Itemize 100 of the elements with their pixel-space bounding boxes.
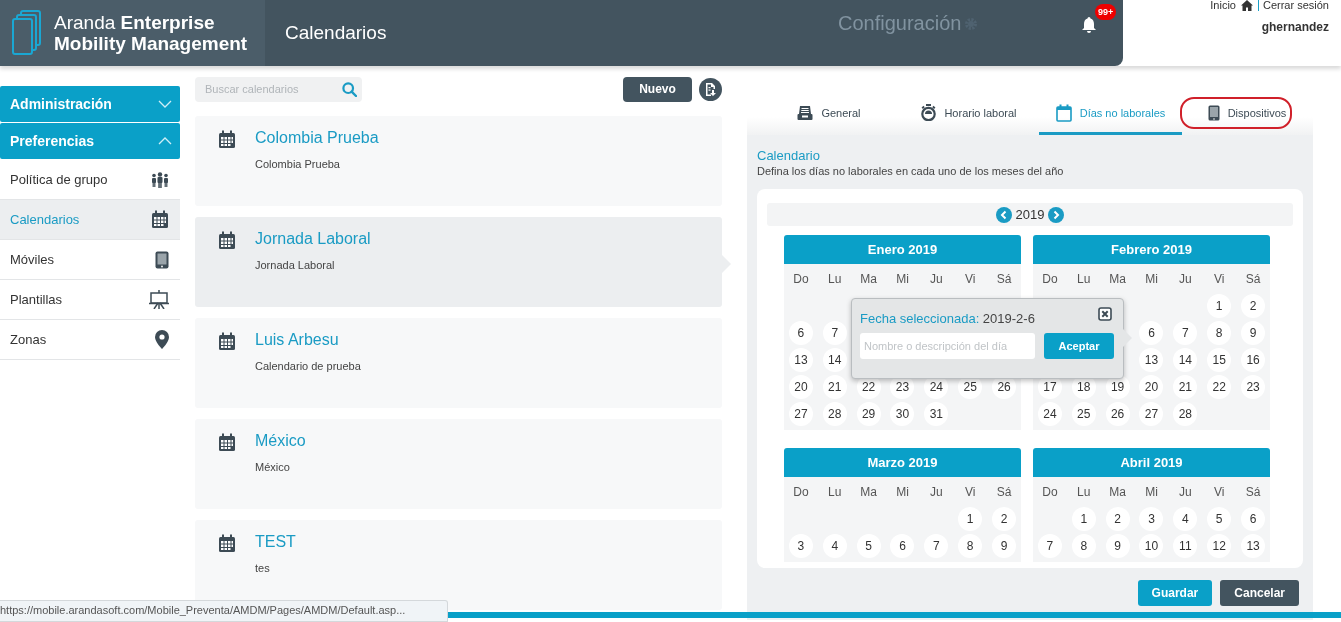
day-cell[interactable]: 22 — [1207, 375, 1232, 399]
search-input[interactable]: Buscar calendarios — [203, 82, 342, 96]
next-icon[interactable] — [1048, 206, 1065, 223]
day-cell[interactable]: 27 — [1139, 402, 1164, 426]
close-icon[interactable] — [1098, 307, 1112, 321]
day-cell[interactable]: 23 — [1241, 375, 1266, 399]
tab[interactable]: Dispositivos — [1182, 90, 1312, 135]
weekday-label: Sá — [995, 484, 1013, 501]
day-cell[interactable]: 1 — [1071, 507, 1096, 531]
day-cell[interactable]: 4 — [822, 534, 847, 558]
day-cell[interactable]: 25 — [1071, 402, 1096, 426]
calendar-name: Luis Arbesu — [255, 331, 340, 349]
day-cell[interactable]: 27 — [788, 402, 813, 426]
day-cell[interactable]: 5 — [1207, 507, 1232, 531]
calendar-name: México — [255, 432, 306, 450]
calendar-icon — [218, 534, 236, 553]
day-name-field[interactable]: Nombre o descripción del día — [860, 333, 1035, 359]
day-cell[interactable]: 6 — [1241, 507, 1266, 531]
username: ghernandez — [1261, 20, 1329, 34]
notification-badge: 99+ — [1095, 4, 1117, 20]
day-cell[interactable]: 15 — [1207, 348, 1232, 372]
day-cell[interactable]: 9 — [992, 534, 1017, 558]
home-link[interactable]: Inicio — [1210, 0, 1236, 11]
day-cell[interactable]: 8 — [1207, 321, 1232, 345]
export-icon[interactable] — [699, 77, 722, 101]
day-cell[interactable]: 30 — [890, 402, 915, 426]
day-cell[interactable]: 6 — [890, 534, 915, 558]
day-cell[interactable]: 12 — [1207, 534, 1232, 558]
weekday-label: Vi — [964, 484, 977, 501]
day-cell[interactable]: 16 — [1241, 348, 1266, 372]
day-cell[interactable]: 3 — [1139, 507, 1164, 531]
day-cell[interactable]: 20 — [788, 375, 813, 399]
day-cell[interactable]: 2 — [1241, 294, 1266, 318]
day-cell[interactable]: 10 — [1139, 534, 1164, 558]
day-cell[interactable]: 7 — [1173, 321, 1198, 345]
brand-name: Aranda Enterprise Mobility Management — [54, 12, 248, 54]
year-label: 2019 — [1015, 207, 1045, 222]
day-cell[interactable]: 26 — [1105, 402, 1130, 426]
day-cell[interactable]: 20 — [1139, 375, 1164, 399]
day-cell[interactable]: 24 — [1037, 402, 1062, 426]
day-cell[interactable]: 7 — [924, 534, 949, 558]
previous-icon[interactable] — [995, 206, 1012, 223]
weekday-label: Sá — [1244, 271, 1262, 288]
day-cell[interactable]: 31 — [924, 402, 949, 426]
day-cell[interactable]: 5 — [856, 534, 881, 558]
tab[interactable]: Horario laboral — [899, 90, 1039, 135]
cancel-button[interactable]: Cancelar — [1220, 580, 1299, 606]
map-pin-icon — [155, 330, 169, 349]
day-cell[interactable]: 7 — [1037, 534, 1062, 558]
logo-icon — [12, 10, 42, 56]
search-icon — [342, 81, 357, 97]
day-cell[interactable]: 21 — [822, 375, 847, 399]
day-cell[interactable]: 9 — [1241, 321, 1266, 345]
weekday-label: Vi — [1213, 271, 1226, 288]
search-field[interactable]: Buscar calendarios — [195, 76, 362, 102]
day-cell[interactable]: 3 — [788, 534, 813, 558]
day-cell[interactable]: 8 — [1071, 534, 1096, 558]
calendar-icon — [1055, 103, 1072, 122]
calendar-card[interactable]: Colombia Prueba Colombia Prueba — [195, 116, 722, 206]
bell-icon[interactable] — [1081, 16, 1097, 34]
day-cell[interactable]: 6 — [1139, 321, 1164, 345]
day-cell[interactable]: 4 — [1173, 507, 1198, 531]
day-cell[interactable]: 2 — [992, 507, 1017, 531]
day-cell[interactable]: 11 — [1173, 534, 1198, 558]
tablet-icon — [1207, 104, 1220, 121]
day-cell[interactable]: 9 — [1105, 534, 1130, 558]
day-cell[interactable]: 21 — [1173, 375, 1198, 399]
day-cell[interactable]: 7 — [822, 321, 847, 345]
tab[interactable]: General — [759, 90, 899, 135]
day-cell[interactable]: 1 — [958, 507, 983, 531]
stopwatch-icon — [921, 104, 937, 121]
day-cell[interactable]: 14 — [822, 348, 847, 372]
new-button[interactable]: Nuevo — [623, 76, 692, 102]
day-cell[interactable]: 8 — [958, 534, 983, 558]
tray-icon — [797, 104, 814, 121]
calendar-name: Colombia Prueba — [255, 129, 379, 147]
calendar-description: México — [255, 461, 291, 473]
day-cell[interactable]: 2 — [1105, 507, 1130, 531]
weekday-label: Lu — [1076, 271, 1092, 288]
page-title: Calendarios — [285, 22, 387, 44]
weekday-label: Do — [1041, 484, 1059, 501]
weekday-label: Lu — [827, 484, 843, 501]
weekday-label: Ju — [929, 484, 944, 501]
easel-icon — [149, 290, 169, 309]
day-cell[interactable]: 28 — [822, 402, 847, 426]
logout-link[interactable]: Cerrar sesión — [1257, 0, 1329, 11]
calendar-icon — [218, 130, 236, 149]
day-cell[interactable]: 28 — [1173, 402, 1198, 426]
day-cell[interactable]: 13 — [1139, 348, 1164, 372]
day-cell[interactable]: 6 — [788, 321, 813, 345]
calendar-icon — [218, 332, 236, 351]
day-cell[interactable]: 14 — [1173, 348, 1198, 372]
day-cell[interactable]: 13 — [788, 348, 813, 372]
weekday-label: Mi — [895, 271, 910, 288]
calendar-card[interactable]: Luis Arbesu Calendario de prueba — [195, 318, 722, 408]
weekday-label: Vi — [1213, 484, 1226, 501]
day-cell[interactable]: 29 — [856, 402, 881, 426]
calendar-card[interactable]: México México — [195, 419, 722, 509]
day-cell[interactable]: 1 — [1207, 294, 1232, 318]
day-cell[interactable]: 13 — [1241, 534, 1266, 558]
